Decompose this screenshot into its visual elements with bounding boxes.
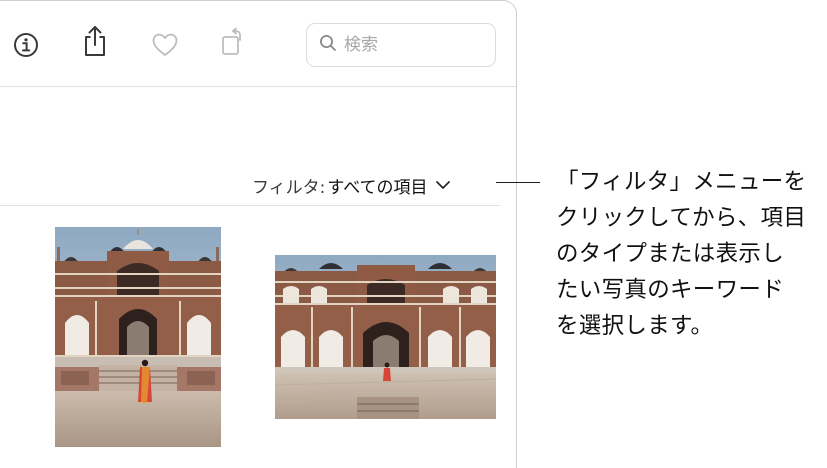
callout-line: クリックしてから、項目 — [556, 205, 807, 231]
photo-2[interactable] — [275, 255, 496, 419]
heart-icon[interactable] — [149, 29, 181, 61]
chevron-down-icon — [435, 180, 451, 190]
share-icon[interactable] — [79, 25, 111, 57]
search-icon — [319, 34, 337, 56]
callout-line: のタイプまたは表示し — [556, 241, 785, 267]
callout-line: 「フィルタ」メニューを — [556, 169, 807, 195]
callout-line: たい写真のキーワード — [556, 277, 785, 303]
callout-text: 「フィルタ」メニューを クリックしてから、項目 のタイプまたは表示し たい写真の… — [556, 164, 826, 344]
rotate-icon[interactable] — [219, 27, 251, 59]
toolbar — [0, 1, 516, 87]
filter-value: すべての項目 — [327, 177, 428, 198]
divider — [0, 205, 500, 206]
search-field[interactable] — [306, 23, 496, 67]
callout-leader-line — [496, 182, 540, 183]
screenshot-stage: フィルタ: すべての項目 — [0, 0, 827, 468]
callout-line: を選択します。 — [556, 313, 714, 339]
search-input[interactable] — [344, 35, 484, 55]
filter-menu[interactable]: フィルタ: すべての項目 — [252, 171, 451, 199]
filter-label: フィルタ: — [252, 177, 326, 198]
info-icon[interactable] — [10, 29, 42, 61]
photo-1[interactable] — [55, 227, 221, 447]
photos-window: フィルタ: すべての項目 — [0, 0, 517, 468]
